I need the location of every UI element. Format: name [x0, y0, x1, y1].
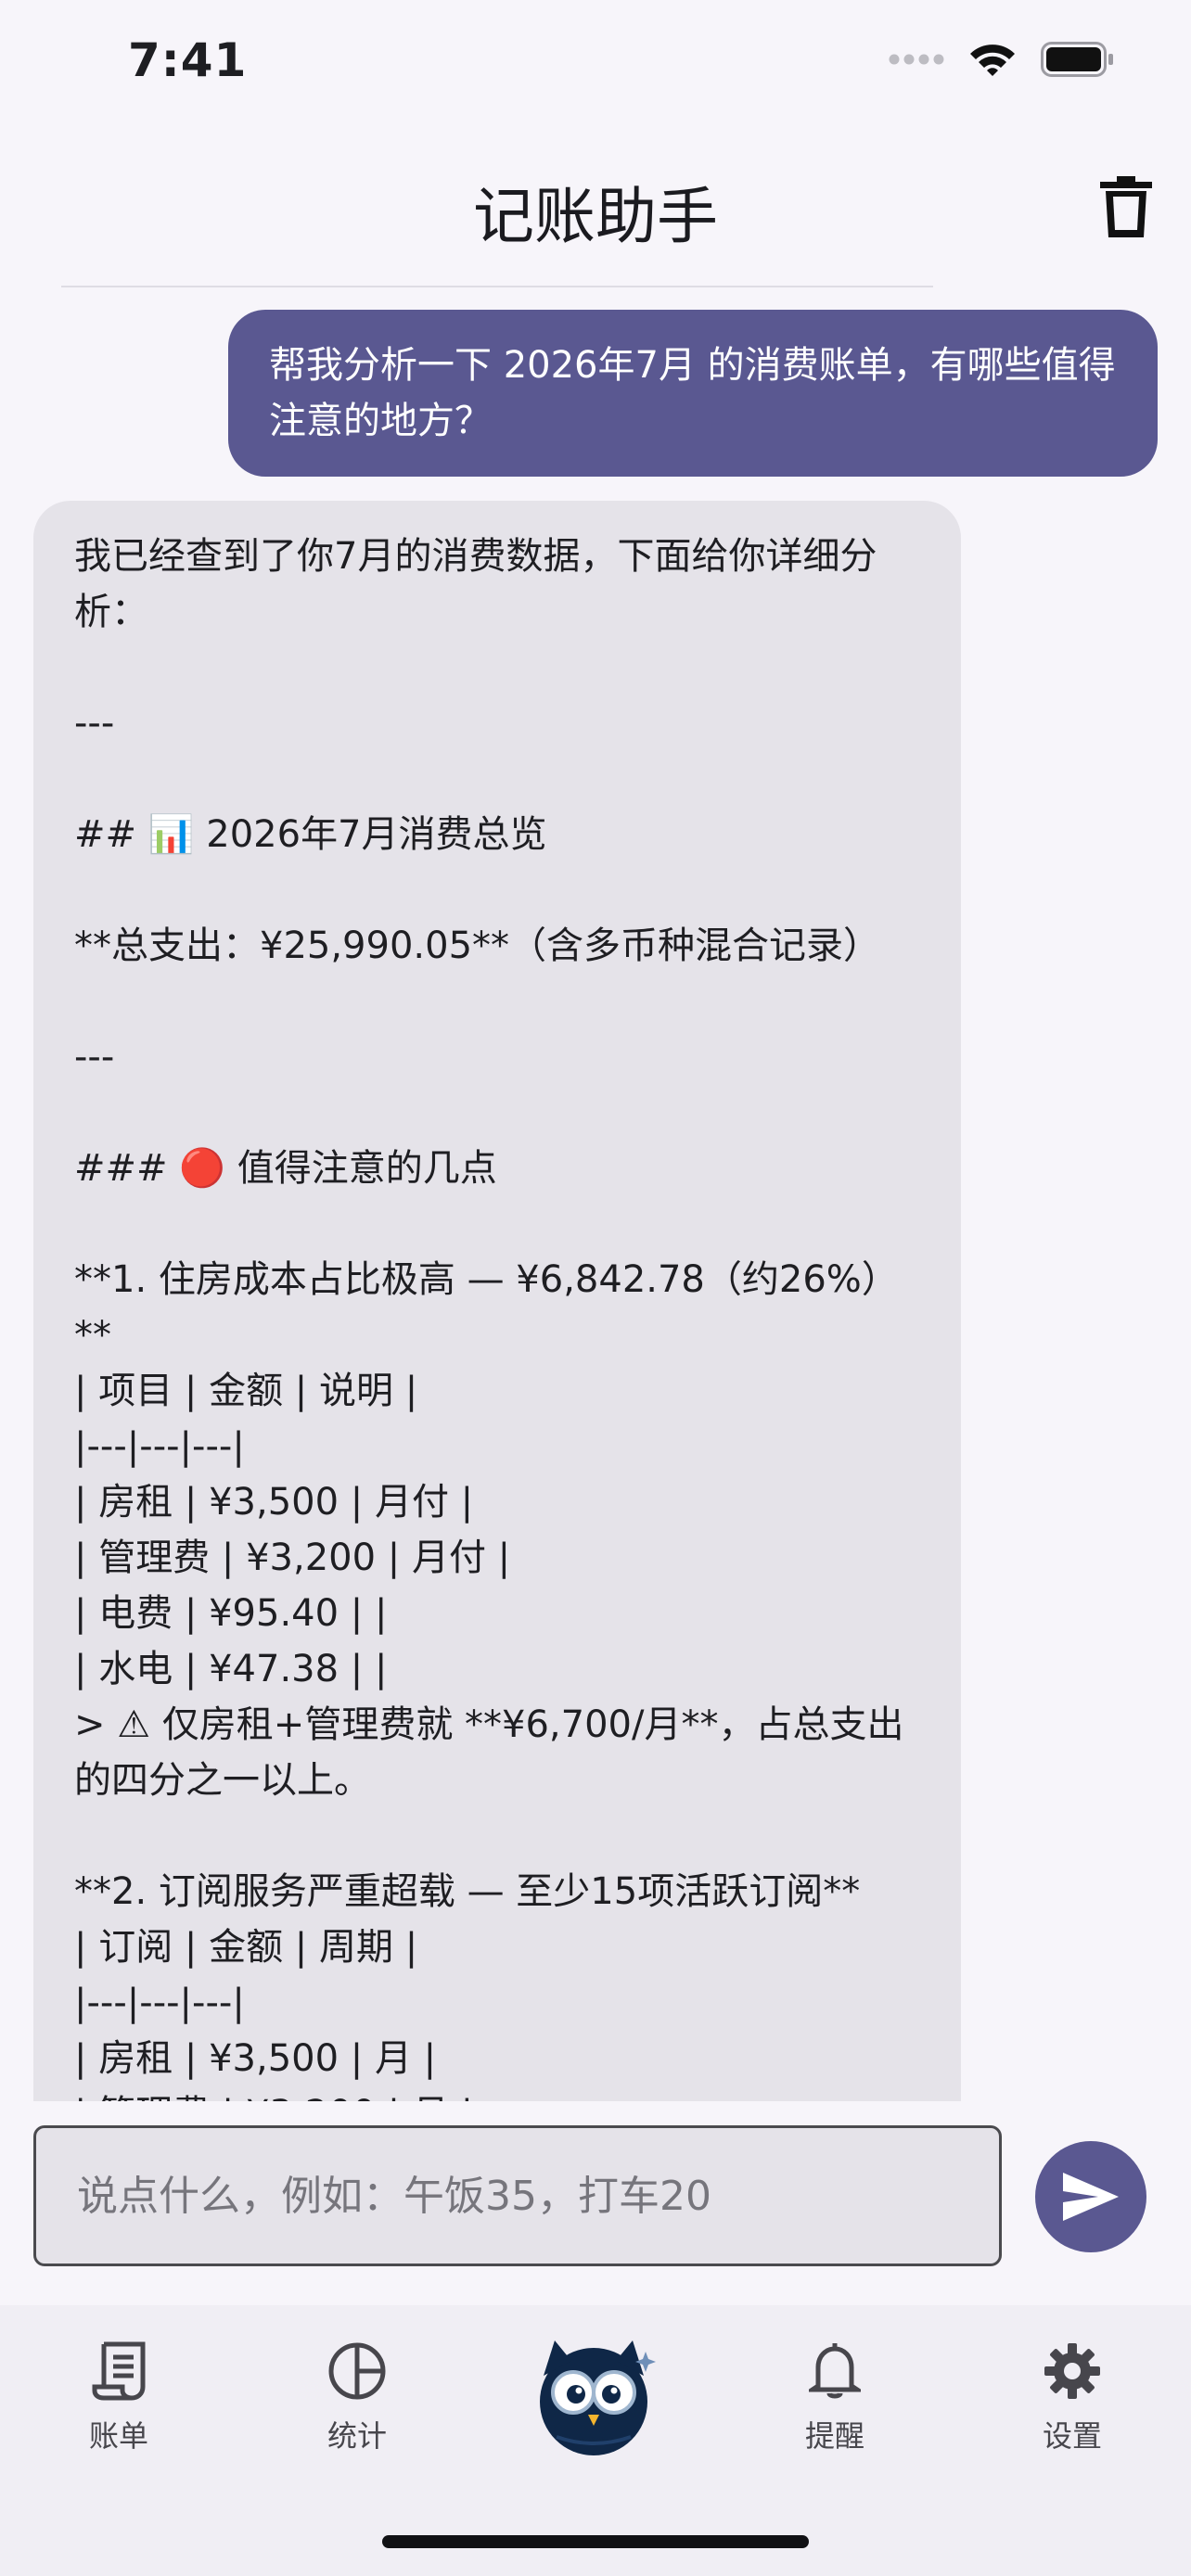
tab-settings[interactable]: 设置: [980, 2305, 1165, 2472]
battery-icon: [1041, 42, 1113, 77]
bell-icon: [802, 2339, 867, 2404]
tab-stats[interactable]: 统计: [264, 2305, 450, 2472]
header-divider: [61, 286, 933, 287]
page-title: 记账助手: [473, 181, 718, 252]
tab-label: 统计: [327, 2418, 387, 2454]
message-input[interactable]: [33, 2125, 1002, 2266]
tab-bills[interactable]: 账单: [26, 2305, 211, 2472]
status-icons: [889, 41, 1115, 78]
receipt-icon: [86, 2339, 151, 2404]
assistant-message-text: 我已经查到了你7月的消费数据，下面给你详细分析： --- ## 📊 2026年7…: [74, 535, 904, 2136]
tab-label: 提醒: [804, 2418, 864, 2454]
owl-assistant-icon[interactable]: [534, 2333, 660, 2459]
send-button[interactable]: [1035, 2141, 1146, 2252]
status-time: 7:41: [128, 33, 248, 87]
gear-icon: [1040, 2339, 1105, 2404]
wifi-icon: [970, 45, 1015, 76]
tab-label: 账单: [88, 2418, 148, 2454]
status-bar: 7:41: [0, 0, 1191, 130]
trash-icon[interactable]: [1100, 176, 1152, 237]
tab-label: 设置: [1042, 2418, 1102, 2454]
assistant-message-bubble: 我已经查到了你7月的消费数据，下面给你详细分析： --- ## 📊 2026年7…: [33, 501, 961, 2151]
pie-chart-icon: [325, 2339, 390, 2404]
tab-reminders[interactable]: 提醒: [742, 2305, 928, 2472]
cellular-signal-icon: [889, 54, 944, 65]
user-message-bubble: 帮我分析一下 2026年7月 的消费账单，有哪些值得注意的地方？: [228, 310, 1158, 477]
home-indicator: [382, 2535, 809, 2548]
send-icon: [1063, 2173, 1119, 2221]
